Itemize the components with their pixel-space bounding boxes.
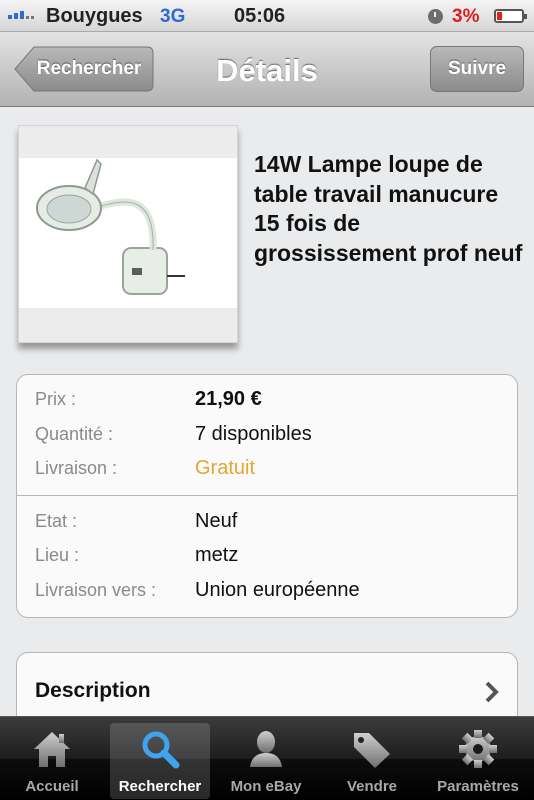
- tab-rechercher[interactable]: Rechercher: [110, 723, 210, 799]
- tab-parametres[interactable]: Paramètres: [428, 723, 528, 799]
- signal-icon: [8, 11, 34, 19]
- location-value: metz: [195, 544, 239, 566]
- condition-label: Etat :: [35, 511, 78, 531]
- tab-mon-ebay[interactable]: Mon eBay: [216, 723, 316, 799]
- clock-icon: [428, 9, 443, 24]
- tab-rechercher-label: Rechercher: [118, 778, 202, 795]
- carrier-name: Bouygues: [46, 5, 143, 27]
- tab-vendre[interactable]: Vendre: [322, 723, 422, 799]
- battery-percent: 3%: [452, 6, 480, 27]
- shipping-label: Livraison :: [35, 458, 118, 478]
- product-image[interactable]: [18, 125, 238, 343]
- tag-icon: [354, 733, 390, 768]
- shipping-value: Gratuit: [195, 457, 256, 479]
- item-info-card: Prix : 21,90 € Quantité : 7 disponibles …: [16, 374, 518, 618]
- tab-accueil[interactable]: Accueil: [2, 723, 102, 799]
- status-bar: Bouygues 3G 05:06 3%: [0, 0, 534, 32]
- tab-parametres-label: Paramètres: [437, 778, 519, 795]
- location-label: Lieu :: [35, 545, 80, 565]
- ships-to-row: Livraison vers : Union européenne: [17, 574, 517, 608]
- location-row: Lieu : metz: [17, 539, 517, 573]
- chevron-right-icon: [485, 681, 499, 703]
- network-type: 3G: [160, 6, 186, 27]
- quantity-value: 7 disponibles: [195, 423, 312, 445]
- tab-mon-ebay-label: Mon eBay: [230, 778, 302, 795]
- tab-vendre-label: Vendre: [346, 778, 398, 795]
- price-label: Prix :: [35, 389, 77, 409]
- battery-icon: [494, 9, 527, 23]
- description-label: Description: [35, 679, 151, 702]
- info-divider: [17, 495, 517, 496]
- ships-to-label: Livraison vers :: [35, 580, 157, 600]
- condition-value: Neuf: [195, 510, 238, 532]
- shipping-row: Livraison : Gratuit: [17, 452, 517, 486]
- price-value: 21,90 €: [195, 388, 262, 410]
- follow-button[interactable]: Suivre: [430, 46, 524, 92]
- gear-icon: [459, 730, 497, 768]
- price-row: Prix : 21,90 €: [17, 383, 517, 417]
- home-icon: [34, 732, 70, 767]
- lamp-photo: [36, 158, 185, 295]
- tab-bar: Accueil Rechercher Mon eBay Vendre Param…: [0, 716, 534, 800]
- ships-to-value: Union européenne: [195, 579, 360, 601]
- status-time: 05:06: [234, 5, 286, 27]
- quantity-label: Quantité :: [35, 424, 114, 444]
- search-icon: [142, 731, 180, 769]
- condition-row: Etat : Neuf: [17, 505, 517, 539]
- navigation-bar: Rechercher Détails Suivre: [0, 32, 534, 107]
- tab-accueil-label: Accueil: [25, 778, 79, 795]
- quantity-row: Quantité : 7 disponibles: [17, 418, 517, 452]
- product-title: 14W Lampe loupe de table travail manucur…: [254, 151, 523, 266]
- person-icon: [250, 731, 282, 767]
